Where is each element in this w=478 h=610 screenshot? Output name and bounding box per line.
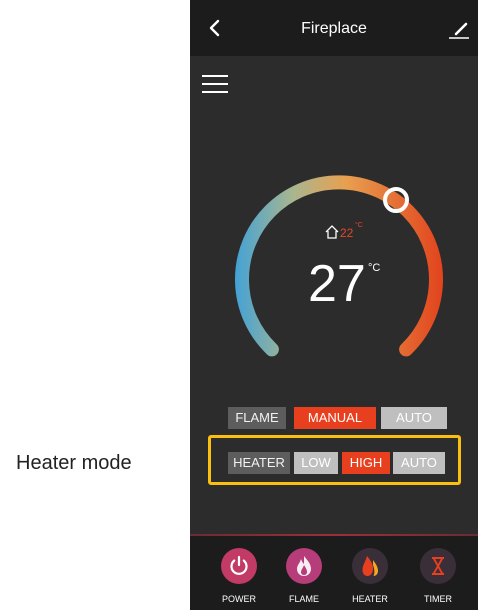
nav-power-label: POWER	[221, 594, 256, 604]
timer-button-circle	[420, 548, 456, 584]
heater-icon	[362, 556, 378, 576]
power-icon	[230, 555, 248, 575]
bottom-navigation: POWER FLAME HEATER TIMER	[190, 536, 478, 610]
nav-timer-label: TIMER	[424, 594, 452, 604]
heater-mode-annotation: Heater mode	[16, 452, 132, 474]
nav-flame[interactable]: FLAME	[274, 544, 334, 606]
nav-power[interactable]: POWER	[209, 544, 269, 606]
nav-timer[interactable]: TIMER	[408, 544, 468, 606]
room-temperature-unit: °C	[355, 222, 363, 229]
edit-pencil-icon[interactable]	[446, 18, 472, 42]
hamburger-menu-icon[interactable]	[198, 70, 232, 98]
flame-button-circle	[286, 548, 322, 584]
flame-icon	[297, 556, 311, 576]
flame-auto-button[interactable]: AUTO	[381, 407, 447, 429]
nav-flame-label: FLAME	[288, 594, 319, 604]
top-app-bar: Fireplace	[190, 0, 478, 56]
nav-heater-label: HEATER	[352, 594, 388, 604]
page-title: Fireplace	[301, 20, 367, 37]
house-icon	[325, 225, 339, 239]
power-button-circle	[221, 548, 257, 584]
flame-manual-button[interactable]: MANUAL	[294, 407, 376, 429]
set-temperature: 27	[308, 255, 366, 313]
hourglass-icon	[432, 557, 444, 575]
heater-mode-highlight	[208, 435, 461, 485]
room-temperature: 22	[340, 226, 354, 240]
phone-screen: Fireplace 22 °C 27 °C FLAME MANUAL AUTO	[190, 0, 478, 610]
heater-button-circle	[352, 548, 388, 584]
temperature-unit: °C	[368, 262, 381, 274]
flame-mode-label: FLAME	[228, 407, 286, 429]
nav-heater[interactable]: HEATER	[340, 544, 400, 606]
